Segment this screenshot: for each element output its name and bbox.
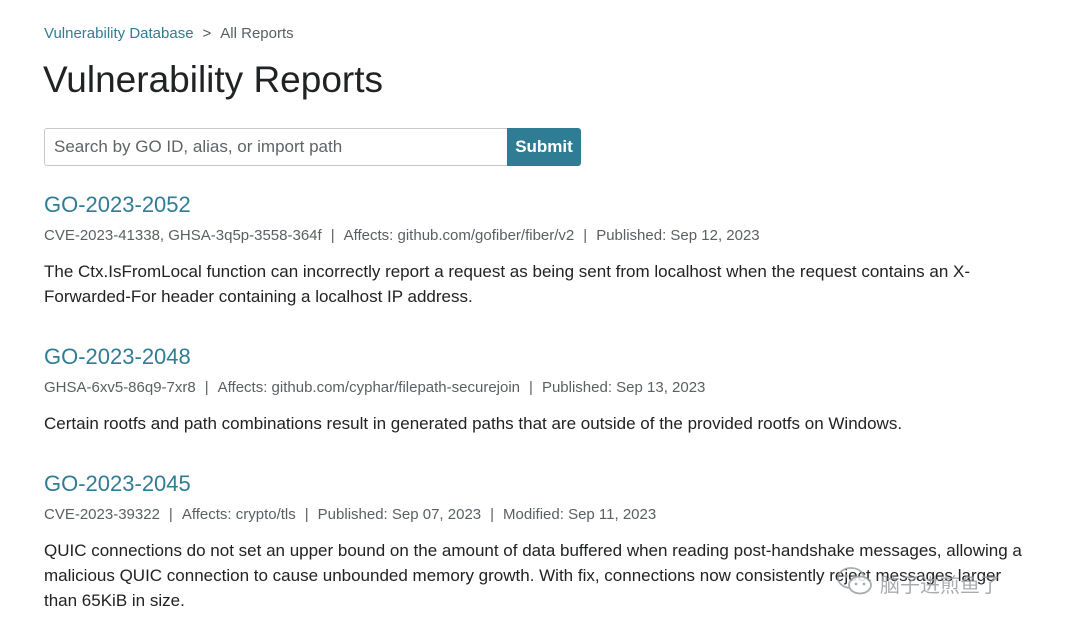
meta-separator: | <box>490 506 495 523</box>
report-published: Published: Sep 07, 2023 <box>317 506 482 523</box>
report-id-link[interactable]: GO-2023-2045 <box>44 471 191 497</box>
search-input[interactable] <box>44 128 507 166</box>
meta-separator: | <box>304 506 309 523</box>
report-item: GO-2023-2052 CVE-2023-41338, GHSA-3q5p-3… <box>44 192 1044 326</box>
submit-button[interactable]: Submit <box>507 128 581 166</box>
report-aliases: CVE-2023-41338, GHSA-3q5p-3558-364f <box>44 227 322 244</box>
report-item: GO-2023-2045 CVE-2023-39322 | Affects: cry… <box>44 471 1044 628</box>
report-meta: GHSA-6xv5-86q9-7xr8 | Affects: github.com/… <box>44 379 1044 397</box>
meta-separator: | <box>204 379 209 396</box>
report-meta: CVE-2023-41338, GHSA-3q5p-3558-364f | Affe… <box>44 227 1044 245</box>
breadcrumb: Vulnerability Database > All Reports <box>44 25 294 43</box>
watermark: 脑子进煎鱼了 <box>836 566 1000 601</box>
search-form: Submit <box>44 128 581 166</box>
meta-separator: | <box>330 227 335 244</box>
meta-separator: | <box>168 506 173 523</box>
report-affects: Affects: github.com/cyphar/filepath-secu… <box>217 379 521 396</box>
report-published: Published: Sep 13, 2023 <box>541 379 706 396</box>
meta-separator: | <box>583 227 588 244</box>
report-affects: Affects: crypto/tls <box>181 506 296 523</box>
report-aliases: CVE-2023-39322 <box>44 506 160 523</box>
page-title: Vulnerability Reports <box>43 59 384 100</box>
report-modified: Modified: Sep 11, 2023 <box>503 506 657 523</box>
meta-separator: | <box>529 379 533 396</box>
wechat-icon <box>836 566 874 601</box>
breadcrumb-link-vulnerability-database[interactable]: Vulnerability Database <box>44 25 194 42</box>
breadcrumb-current: All Reports <box>220 25 294 42</box>
report-description: Certain rootfs and path combinations res… <box>44 414 903 433</box>
report-published: Published: Sep 12, 2023 <box>596 227 760 244</box>
report-id-link[interactable]: GO-2023-2048 <box>44 344 191 370</box>
report-affects: Affects: github.com/gofiber/fiber/v2 <box>343 227 575 244</box>
report-item: GO-2023-2048 GHSA-6xv5-86q9-7xr8 | Affects… <box>44 344 1044 453</box>
report-aliases: GHSA-6xv5-86q9-7xr8 <box>44 379 196 396</box>
breadcrumb-separator: > <box>202 25 212 42</box>
report-description: The Ctx.IsFromLocal function can incorre… <box>44 262 971 306</box>
watermark-text: 脑子进煎鱼了 <box>880 573 1000 597</box>
report-id-link[interactable]: GO-2023-2052 <box>44 192 191 218</box>
report-meta: CVE-2023-39322 | Affects: crypto/tls | Publi… <box>44 506 1044 524</box>
